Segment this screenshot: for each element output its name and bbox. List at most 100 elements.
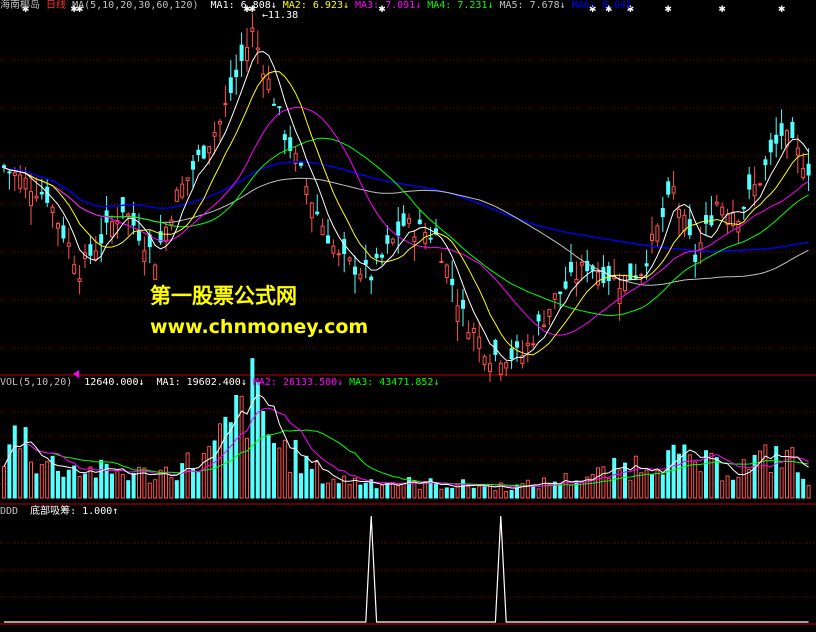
volume-bar xyxy=(266,434,271,499)
volume-bar xyxy=(191,468,195,499)
volume-bar xyxy=(461,479,465,499)
volume-bar xyxy=(72,465,77,499)
volume-bar xyxy=(315,461,320,499)
volume-bar xyxy=(39,464,44,499)
candle-body xyxy=(385,235,390,244)
volume-bar xyxy=(180,463,185,499)
volume-bar xyxy=(558,484,563,499)
volume-bar xyxy=(768,472,773,499)
volume-bar xyxy=(693,461,698,499)
volume-bar xyxy=(698,471,703,499)
candle-body xyxy=(61,225,66,239)
stock-chart[interactable]: ✱ ✱ ✱ ✱ ✱ ✱ ✱ ✱ ✱ ✱ ✱ ✱ 海南椰岛 日线 MA(5,10,20,30,60,12… xyxy=(0,0,816,628)
candle-body xyxy=(110,221,114,238)
candle-body xyxy=(644,263,649,267)
candle-body xyxy=(223,103,228,106)
volume-bar xyxy=(439,488,444,499)
candle-body xyxy=(66,242,71,247)
candle-body xyxy=(693,254,698,262)
volume-bar xyxy=(77,475,82,499)
period-label[interactable]: 日线 xyxy=(46,0,66,11)
candle-body xyxy=(196,149,201,156)
candle-body xyxy=(806,163,811,176)
ma-legend-5: MA5: 7.678↓ xyxy=(499,0,566,11)
candle-body xyxy=(185,177,190,181)
candle-body xyxy=(153,264,158,280)
watermark-title: 第一股票公式网 xyxy=(150,284,297,308)
candle-body xyxy=(720,206,725,216)
candle-body xyxy=(639,274,644,277)
volume-bar xyxy=(639,472,644,499)
candle-body xyxy=(795,147,800,156)
candle-body xyxy=(218,120,222,125)
volume-bar xyxy=(326,482,330,499)
volume-bar xyxy=(212,440,217,499)
volume-bar xyxy=(509,489,514,499)
volume-bar xyxy=(385,482,390,499)
volume-bar xyxy=(288,471,293,499)
volume-bar xyxy=(720,480,725,499)
volume-bar xyxy=(66,469,71,499)
candle-body xyxy=(369,276,374,281)
volume-bar xyxy=(574,480,579,499)
volume-bar xyxy=(34,473,39,499)
candle-body xyxy=(498,362,503,375)
candle-body xyxy=(201,145,206,159)
volume-bar xyxy=(304,455,309,499)
candle-body xyxy=(536,314,541,322)
volume-bar xyxy=(450,487,455,499)
vol-ma-legend-3: MA3: 43471.852↓ xyxy=(349,377,440,388)
candle-body xyxy=(628,263,633,280)
volume-bar xyxy=(725,475,730,499)
volume-bar xyxy=(223,416,228,499)
candle-body xyxy=(72,264,77,274)
candle-body xyxy=(353,266,357,275)
candle-body xyxy=(579,261,584,266)
candle-body xyxy=(623,274,627,292)
volume-bar xyxy=(741,459,746,499)
candle-body xyxy=(601,266,606,283)
ma-header: MA(5,10,20,30,60,120) xyxy=(72,0,199,11)
volume-bar xyxy=(245,437,249,499)
candle-body xyxy=(758,183,762,186)
candle-body xyxy=(569,261,573,273)
candle-body xyxy=(180,183,185,198)
volume-bar xyxy=(482,485,487,499)
indicator-label: 底部吸筹: 1.000↑ xyxy=(30,506,119,517)
candle-body xyxy=(741,206,746,209)
volume-bar xyxy=(806,485,811,499)
candle-body xyxy=(18,174,23,189)
candle-body xyxy=(380,254,384,258)
candle-body xyxy=(488,363,492,372)
indicator-line xyxy=(4,515,809,623)
candle-body xyxy=(606,266,611,282)
volume-bar xyxy=(677,453,681,499)
candle-body xyxy=(531,343,536,346)
candle-body xyxy=(347,257,352,262)
candle-body xyxy=(714,201,719,205)
volume-bar xyxy=(434,483,438,499)
candle-body xyxy=(358,273,363,280)
candle-body xyxy=(801,168,806,179)
candle-body xyxy=(99,234,104,244)
candle-body xyxy=(39,191,44,195)
volume-bar xyxy=(569,484,573,499)
volume-bar xyxy=(282,439,287,499)
candle-body xyxy=(542,324,546,327)
chart-canvas[interactable]: ✱ ✱✱ ✱✱ ✱ ✱ ✱ ✱ ✱ ✱ ✱ xyxy=(0,0,816,628)
candle-body xyxy=(88,244,93,256)
volume-bar xyxy=(147,482,152,499)
signal-marker-icon: ✱ xyxy=(778,5,786,15)
indicator-header: DDD 底部吸筹: 1.000↑ xyxy=(0,506,118,518)
candle-body xyxy=(272,103,276,106)
volume-bar xyxy=(655,470,660,499)
candle-body xyxy=(666,181,671,195)
volume-bar xyxy=(2,466,6,499)
candle-body xyxy=(444,264,449,279)
volume-bar xyxy=(752,454,757,499)
candle-body xyxy=(77,278,82,282)
volume-bar xyxy=(320,483,325,499)
volume-bar xyxy=(477,485,482,499)
candle-body xyxy=(315,211,320,215)
volume-bar xyxy=(671,444,676,499)
